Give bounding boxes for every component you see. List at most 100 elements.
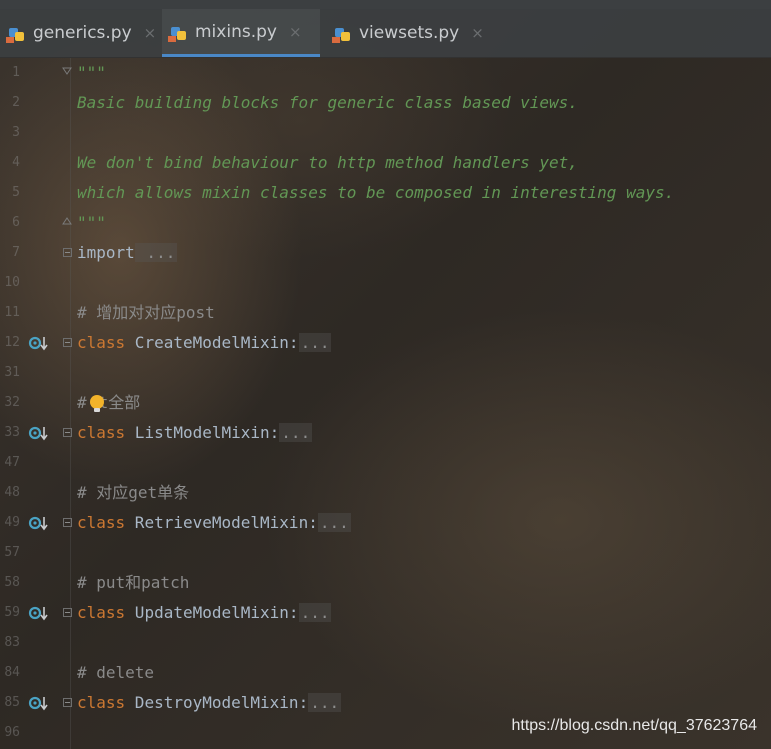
code-line: 49 class RetrieveModelMixin:... xyxy=(0,508,771,538)
class-keyword: class xyxy=(77,333,126,352)
implemented-method-icon[interactable] xyxy=(28,514,50,532)
code-line: 6 """ xyxy=(0,208,771,238)
line-number: 48 xyxy=(4,485,20,500)
close-icon[interactable]: × xyxy=(471,24,484,42)
line-number: 47 xyxy=(4,455,20,470)
line-number: 7 xyxy=(12,245,20,260)
class-definition: class RetrieveModelMixin:... xyxy=(77,508,351,538)
tab-generics[interactable]: generics.py × xyxy=(0,9,160,57)
code-line: 57 xyxy=(0,538,771,568)
tab-label: viewsets.py xyxy=(359,23,460,43)
code-line: 12 class CreateModelMixin:... xyxy=(0,328,771,358)
code-line: 10 xyxy=(0,268,771,298)
docstring-text: We don't bind behaviour to http method h… xyxy=(77,153,578,172)
tab-viewsets[interactable]: viewsets.py × xyxy=(326,9,494,57)
class-definition: class CreateModelMixin:... xyxy=(77,328,332,358)
line-number: 6 xyxy=(12,215,20,230)
class-keyword: class xyxy=(77,603,126,622)
class-name: ListModelMixin: xyxy=(125,423,280,442)
fold-toggle-icon[interactable] xyxy=(63,428,72,437)
fold-toggle-icon[interactable] xyxy=(63,518,72,527)
docstring-text: which allows mixin classes to be compose… xyxy=(77,183,675,202)
folded-dots[interactable]: ... xyxy=(279,423,313,442)
class-definition: class DestroyModelMixin:... xyxy=(77,688,342,718)
line-number: 83 xyxy=(4,635,20,650)
implemented-method-icon[interactable] xyxy=(28,334,50,352)
code-line: 84 # delete xyxy=(0,658,771,688)
comment-text: # 对应get单条 xyxy=(77,483,190,502)
line-number: 4 xyxy=(12,155,20,170)
import-statement: import ... xyxy=(77,238,178,268)
line-number: 2 xyxy=(12,95,20,110)
import-keyword: import xyxy=(77,243,135,262)
tab-mixins[interactable]: mixins.py × xyxy=(162,9,320,57)
folded-dots[interactable]: ... xyxy=(317,513,351,532)
code-line: 7 import ... xyxy=(0,238,771,268)
fold-arrow-icon[interactable] xyxy=(62,216,72,226)
class-keyword: class xyxy=(77,423,126,442)
line-number: 33 xyxy=(4,425,20,440)
comment-text: # put和patch xyxy=(77,573,190,592)
code-line: 83 xyxy=(0,628,771,658)
code-line: 59 class UpdateModelMixin:... xyxy=(0,598,771,628)
code-line: 48 # 对应get单条 xyxy=(0,478,771,508)
line-number: 1 xyxy=(12,65,20,80)
code-line: 58 # put和patch xyxy=(0,568,771,598)
class-name: RetrieveModelMixin: xyxy=(125,513,318,532)
folded-dots[interactable]: ... xyxy=(308,693,342,712)
implemented-method-icon[interactable] xyxy=(28,694,50,712)
implemented-method-icon[interactable] xyxy=(28,604,50,622)
fold-toggle-icon[interactable] xyxy=(63,338,72,347)
line-number: 84 xyxy=(4,665,20,680)
line-number: 96 xyxy=(4,725,20,740)
fold-arrow-icon[interactable] xyxy=(62,66,72,76)
code-line: 47 xyxy=(0,448,771,478)
line-number: 58 xyxy=(4,575,20,590)
code-line: 85 class DestroyModelMixin:... xyxy=(0,688,771,718)
class-keyword: class xyxy=(77,693,126,712)
class-name: UpdateModelMixin: xyxy=(125,603,299,622)
code-line: 2 Basic building blocks for generic clas… xyxy=(0,88,771,118)
close-icon[interactable]: × xyxy=(289,23,302,41)
implemented-method-icon[interactable] xyxy=(28,424,50,442)
line-number: 31 xyxy=(4,365,20,380)
code-editor[interactable]: 1 """ 2 Basic building blocks for generi… xyxy=(0,58,771,749)
line-number: 11 xyxy=(4,305,20,320)
tab-label: mixins.py xyxy=(195,21,277,42)
comment-hash: # xyxy=(77,393,87,412)
fold-toggle-icon[interactable] xyxy=(63,248,72,257)
line-number: 59 xyxy=(4,605,20,620)
code-line: 31 xyxy=(0,358,771,388)
folded-dots[interactable]: ... xyxy=(134,243,178,262)
folded-dots[interactable]: ... xyxy=(298,603,332,622)
editor-tab-bar: generics.py × mixins.py × viewsets.py × xyxy=(0,9,771,58)
line-number: 10 xyxy=(4,275,20,290)
line-number: 32 xyxy=(4,395,20,410)
lightbulb-icon[interactable] xyxy=(89,394,105,414)
code-line: 32 # t全部 xyxy=(0,388,771,418)
python-file-icon xyxy=(6,22,28,44)
docstring-text: Basic building blocks for generic class … xyxy=(77,93,578,112)
folded-dots[interactable]: ... xyxy=(298,333,332,352)
fold-toggle-icon[interactable] xyxy=(63,608,72,617)
line-number: 12 xyxy=(4,335,20,350)
python-file-icon xyxy=(332,22,354,44)
line-number: 49 xyxy=(4,515,20,530)
line-number: 57 xyxy=(4,545,20,560)
line-number: 5 xyxy=(12,185,20,200)
code-line: 33 class ListModelMixin:... xyxy=(0,418,771,448)
docstring-text: """ xyxy=(77,63,106,82)
docstring-text: """ xyxy=(77,213,106,232)
comment-text: # 增加对对应post xyxy=(77,303,215,322)
close-icon[interactable]: × xyxy=(144,24,157,42)
class-definition: class UpdateModelMixin:... xyxy=(77,598,332,628)
class-name: DestroyModelMixin: xyxy=(125,693,309,712)
watermark-url: https://blog.csdn.net/qq_37623764 xyxy=(511,717,757,734)
code-line: 3 xyxy=(0,118,771,148)
code-line: 11 # 增加对对应post xyxy=(0,298,771,328)
tab-label: generics.py xyxy=(33,23,132,43)
code-line: 5 which allows mixin classes to be compo… xyxy=(0,178,771,208)
line-number: 85 xyxy=(4,695,20,710)
class-definition: class ListModelMixin:... xyxy=(77,418,313,448)
fold-toggle-icon[interactable] xyxy=(63,698,72,707)
